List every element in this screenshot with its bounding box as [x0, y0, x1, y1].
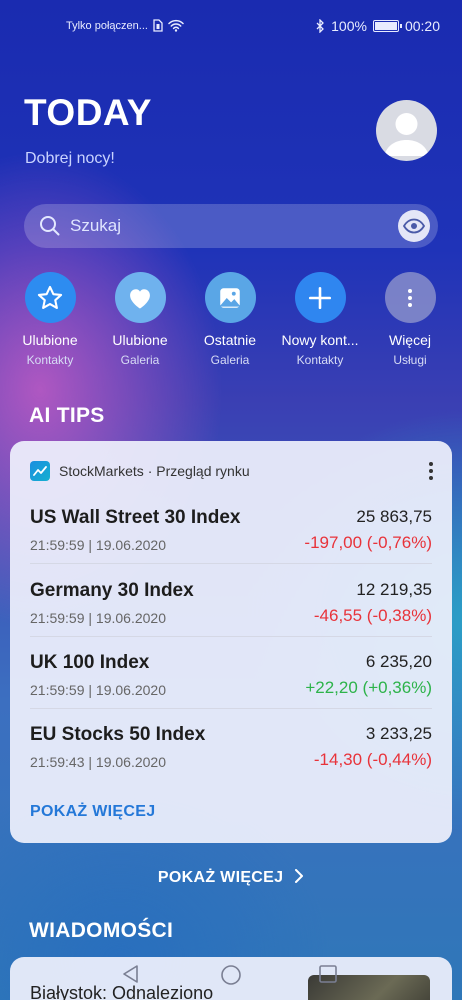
star-icon: [37, 285, 63, 309]
stock-change: -46,55 (-0,38%): [313, 606, 432, 625]
show-more-label: POKAŻ WIĘCEJ: [157, 869, 284, 886]
stock-price: 6 235,20: [365, 652, 432, 671]
shortcuts-row: Ulubione Kontakty Ulubione Galeria Ostat…: [0, 272, 462, 372]
stock-name: Germany 30 Index: [30, 580, 194, 601]
stock-time: 21:59:59 | 19.06.2020: [30, 682, 166, 698]
show-more-button[interactable]: POKAŻ WIĘCEJ: [0, 869, 462, 887]
card-header: StockMarkets · Przegląd rynku: [30, 461, 250, 481]
shortcut-sublabel: Galeria: [120, 353, 160, 367]
navigation-bar: [0, 955, 462, 995]
eye-icon: [403, 218, 425, 234]
recent-apps-icon[interactable]: [318, 964, 338, 984]
stock-markets-card[interactable]: StockMarkets · Przegląd rynku US Wall St…: [10, 441, 452, 843]
shortcut-sublabel: Kontakty: [296, 353, 344, 367]
visual-search-button[interactable]: [398, 210, 430, 242]
shortcut-label: Ulubione: [112, 332, 168, 348]
battery-icon: [372, 20, 402, 32]
avatar[interactable]: [376, 100, 437, 161]
stock-change: -197,00 (-0,76%): [304, 533, 432, 552]
stock-price: 12 219,35: [356, 580, 432, 599]
shortcut-circle: [384, 272, 436, 323]
row-divider: [30, 636, 432, 637]
stock-price: 25 863,75: [356, 507, 432, 526]
bluetooth-icon: [316, 19, 325, 33]
greeting-text: Dobrej nocy!: [25, 150, 115, 167]
shortcut-circle: [114, 272, 166, 323]
stock-name: EU Stocks 50 Index: [30, 724, 206, 745]
stock-time: 21:59:59 | 19.06.2020: [30, 610, 166, 626]
shortcut-label: Więcej: [388, 332, 431, 348]
shortcut-label: Ulubione: [22, 332, 78, 348]
shortcut-new-contact[interactable]: Nowy kont... Kontakty: [272, 272, 368, 367]
search-bar[interactable]: Szukaj: [24, 204, 438, 248]
card-source: StockMarkets · Przegląd rynku: [59, 463, 250, 479]
search-icon: [40, 216, 60, 236]
row-divider: [30, 563, 432, 564]
wifi-icon: [168, 19, 184, 32]
shortcut-sublabel: Usługi: [393, 353, 427, 367]
clock: 00:20: [404, 18, 440, 34]
home-icon[interactable]: [220, 964, 242, 986]
carrier-text: Tylko połączen...: [66, 19, 148, 32]
shortcut-more-services[interactable]: Więcej Usługi: [362, 272, 458, 367]
plus-icon: [308, 286, 332, 309]
shortcut-circle: [24, 272, 76, 323]
shortcut-label: Nowy kont...: [281, 332, 359, 348]
sim-icon: [153, 19, 163, 32]
stock-change: -14,30 (-0,44%): [313, 750, 432, 769]
stock-price: 3 233,25: [365, 724, 432, 743]
stock-name: US Wall Street 30 Index: [30, 507, 241, 528]
status-bar: Tylko połączen... 100% 00:20: [0, 0, 462, 54]
heart-icon: [130, 288, 150, 308]
back-icon[interactable]: [121, 964, 141, 984]
battery-percent: 100%: [331, 18, 367, 34]
shortcut-circle: [294, 272, 346, 323]
stock-time: 21:59:59 | 19.06.2020: [30, 537, 166, 553]
stockmarkets-app-icon: [30, 461, 50, 481]
row-divider: [30, 708, 432, 709]
card-show-more-link[interactable]: POKAŻ WIĘCEJ: [30, 803, 155, 821]
stock-time: 21:59:43 | 19.06.2020: [30, 754, 166, 770]
status-left: Tylko połączen...: [66, 19, 184, 32]
gallery-icon: [220, 287, 240, 308]
stock-name: UK 100 Index: [30, 652, 150, 673]
card-menu-icon[interactable]: [428, 461, 434, 481]
stock-row[interactable]: US Wall Street 30 Index 21:59:59 | 19.06…: [30, 499, 432, 571]
shortcut-label: Ostatnie: [203, 332, 257, 348]
stock-row[interactable]: Germany 30 Index 21:59:59 | 19.06.2020 1…: [30, 572, 432, 644]
shortcut-favorite-contacts[interactable]: Ulubione Kontakty: [2, 272, 98, 367]
stock-row[interactable]: EU Stocks 50 Index 21:59:43 | 19.06.2020…: [30, 716, 432, 788]
shortcut-favorite-gallery[interactable]: Ulubione Galeria: [92, 272, 188, 367]
chevron-right-icon: [295, 869, 304, 883]
page-title: TODAY: [24, 92, 152, 133]
shortcut-recent-gallery[interactable]: Ostatnie Galeria: [182, 272, 278, 367]
status-right: 100% 00:20: [316, 18, 440, 34]
stock-row[interactable]: UK 100 Index 21:59:59 | 19.06.2020 6 235…: [30, 644, 432, 716]
shortcut-sublabel: Galeria: [210, 353, 250, 367]
shortcut-circle: [204, 272, 256, 323]
shortcut-sublabel: Kontakty: [26, 353, 74, 367]
chart-line-icon: [33, 466, 47, 476]
news-section-title: WIADOMOŚCI: [29, 919, 174, 942]
stock-change: +22,20 (+0,36%): [305, 678, 432, 697]
more-icon: [408, 288, 412, 307]
user-icon: [384, 113, 429, 156]
ai-tips-title: AI TIPS: [29, 404, 105, 427]
search-input[interactable]: Szukaj: [70, 216, 398, 236]
